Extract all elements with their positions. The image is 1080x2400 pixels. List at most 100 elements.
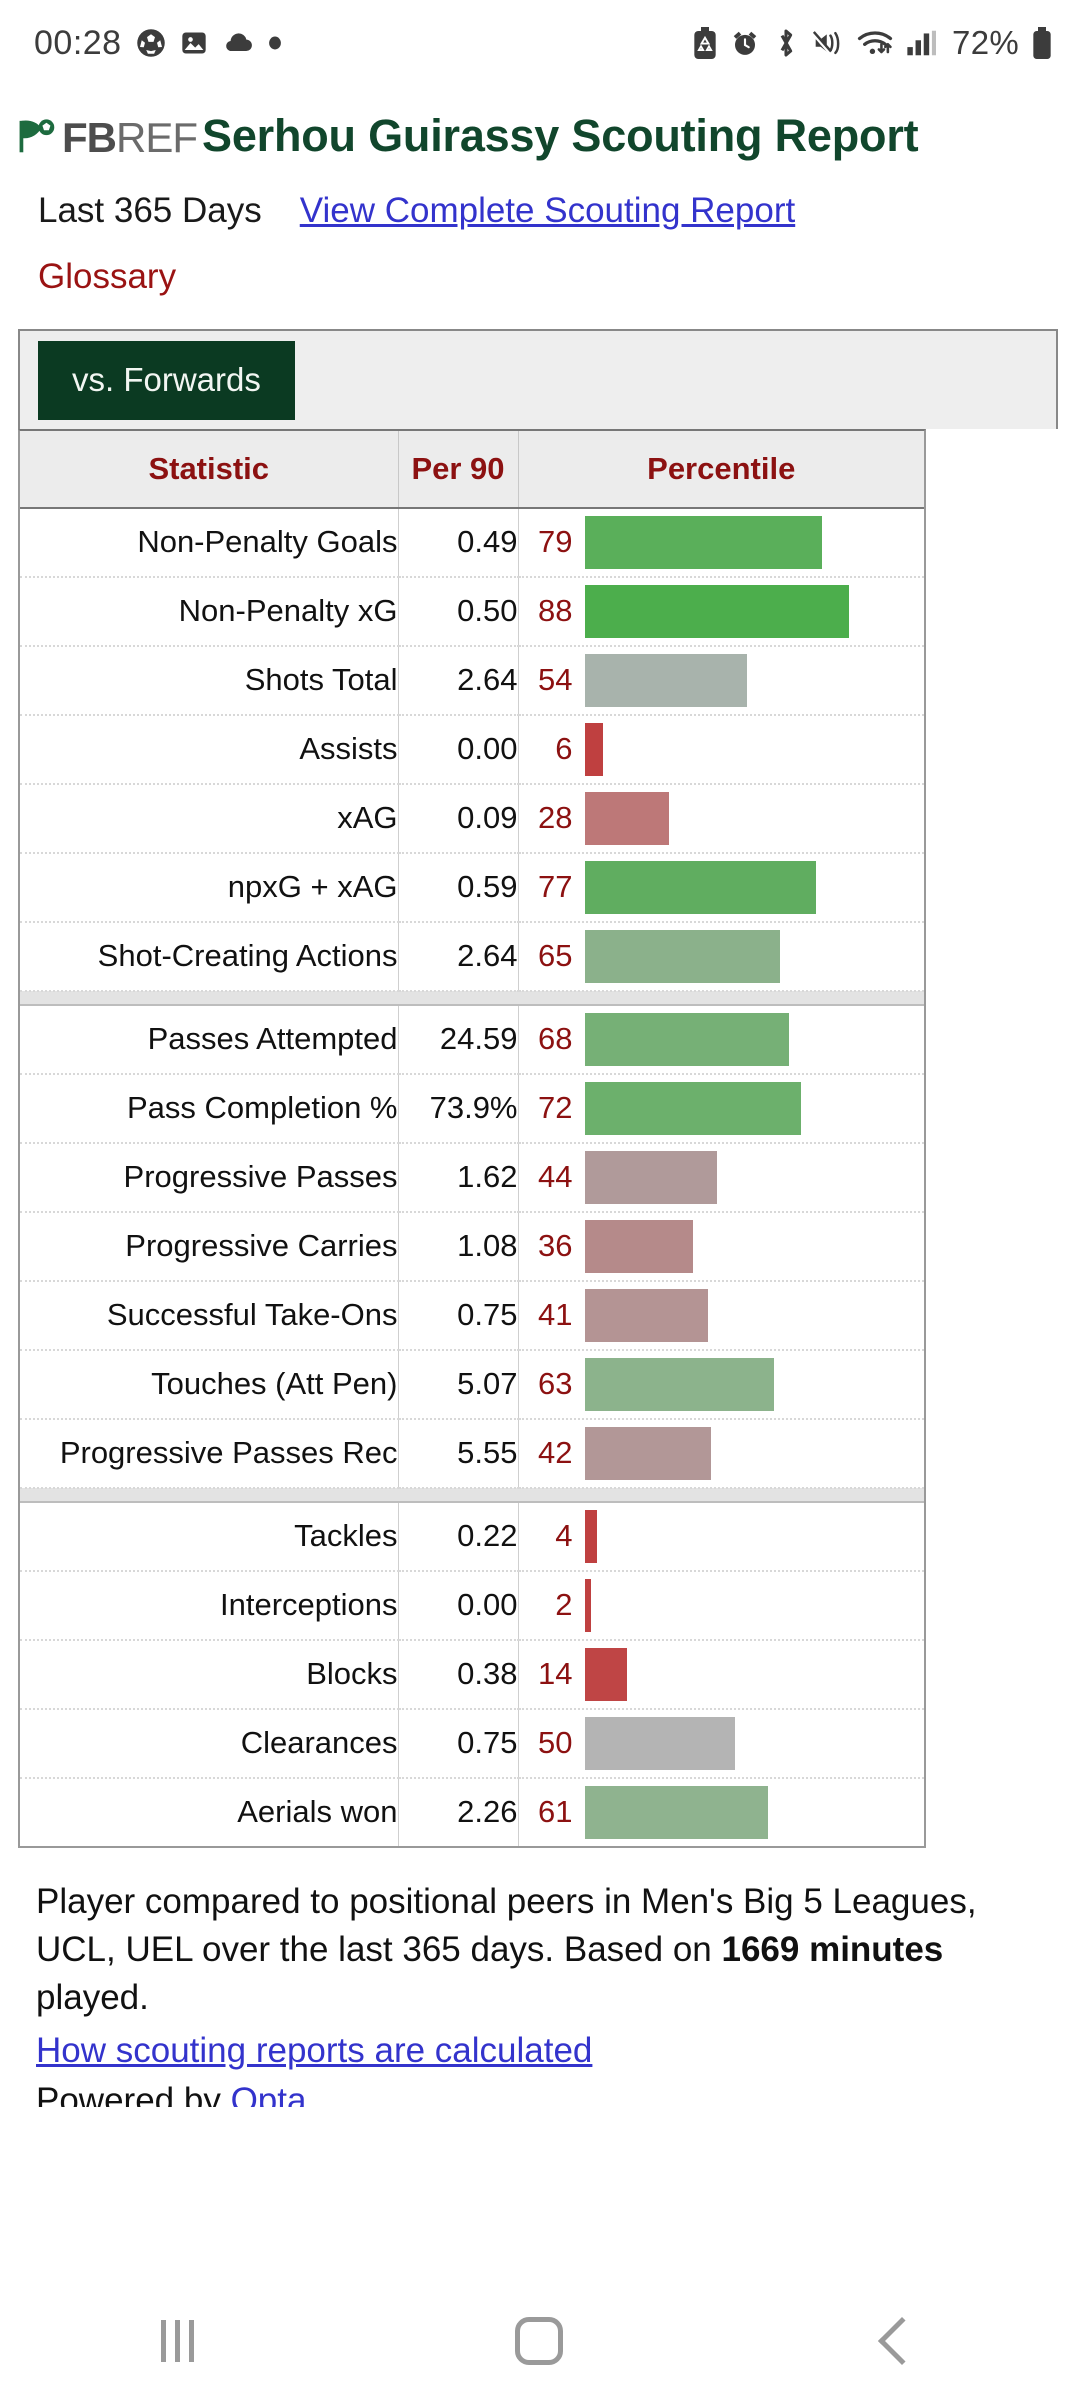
- cell-statistic: Interceptions: [20, 1570, 399, 1641]
- android-nav-bar: [0, 2282, 1080, 2400]
- cell-statistic: Progressive Passes: [20, 1142, 399, 1213]
- cellular-signal-icon: [906, 29, 937, 57]
- cell-statistic: Progressive Passes Rec: [20, 1418, 399, 1489]
- percentile-cell-content: 77: [519, 854, 925, 921]
- percentile-value: 4: [555, 1518, 573, 1554]
- wifi-icon: [857, 28, 893, 58]
- percentile-value: 14: [538, 1656, 573, 1692]
- percentile-bar-track: [584, 1075, 925, 1142]
- percentile-bar-track: [584, 1282, 925, 1349]
- cell-percentile: 68: [518, 1004, 925, 1075]
- cell-statistic: Tackles: [20, 1501, 399, 1572]
- percentile-value: 63: [538, 1366, 573, 1402]
- column-header-percentile[interactable]: Percentile: [518, 430, 924, 509]
- cell-percentile: 28: [518, 783, 925, 854]
- cell-per90: 1.62: [398, 1142, 519, 1213]
- cell-percentile: 61: [518, 1778, 924, 1846]
- tab-strip: vs. Forwards: [20, 331, 1056, 429]
- footnote: Player compared to positional peers in M…: [18, 1878, 1028, 2107]
- status-bar: 00:28 72%: [0, 0, 1080, 86]
- percentile-value: 54: [538, 662, 573, 698]
- percentile-bar-track: [584, 1144, 925, 1211]
- table-row: xAG 0.09 28: [20, 783, 925, 854]
- percentile-value: 36: [538, 1228, 573, 1264]
- table-row: Pass Completion % 73.9% 72: [20, 1073, 925, 1144]
- percentile-bar: [584, 860, 816, 914]
- percentile-bar-track: [584, 1420, 925, 1487]
- cell-statistic: Shot-Creating Actions: [20, 921, 399, 992]
- table-row: Shot-Creating Actions 2.64 65: [20, 921, 925, 992]
- cell-per90: 24.59: [398, 1004, 519, 1075]
- cell-per90: 73.9%: [398, 1073, 519, 1144]
- percentile-bar-track: [584, 716, 925, 783]
- percentile-value: 68: [538, 1021, 573, 1057]
- scouting-panel: vs. Forwards: [18, 328, 1058, 429]
- cell-statistic: Passes Attempted: [20, 1004, 399, 1075]
- percentile-cell-content: 36: [519, 1213, 925, 1280]
- percentile-cell-content: 2: [519, 1572, 925, 1639]
- percentile-value: 61: [538, 1794, 573, 1830]
- cell-statistic: Non-Penalty xG: [20, 576, 399, 647]
- percentile-bar-track: [584, 854, 925, 921]
- cell-per90: 0.50: [398, 576, 519, 647]
- scouting-table: Statistic Per 90 Percentile Non-Penalty …: [20, 430, 925, 1846]
- percentile-bar: [584, 1785, 768, 1839]
- percentile-bar: [584, 722, 603, 776]
- cell-per90: 0.09: [398, 783, 519, 854]
- column-header-statistic[interactable]: Statistic: [20, 430, 399, 509]
- cell-statistic: Touches (Att Pen): [20, 1349, 399, 1420]
- percentile-bar-track: [584, 785, 925, 852]
- percentile-bar: [584, 1012, 789, 1066]
- battery-icon: [1032, 27, 1052, 59]
- percentile-cell-content: 44: [519, 1144, 925, 1211]
- percentile-cell-content: 6: [519, 716, 925, 783]
- table-row: Passes Attempted 24.59 68: [20, 1004, 925, 1075]
- percentile-value: 65: [538, 938, 573, 974]
- tab-vs-forwards[interactable]: vs. Forwards: [38, 340, 295, 420]
- how-calculated-link[interactable]: How scouting reports are calculated: [36, 2027, 1028, 2075]
- percentile-bar-track: [584, 509, 925, 576]
- table-row: Progressive Carries 1.08 36: [20, 1211, 925, 1282]
- fbref-logo[interactable]: FB REF: [18, 112, 198, 165]
- cell-per90: 5.07: [398, 1349, 519, 1420]
- cell-per90: 0.00: [398, 714, 519, 785]
- percentile-bar-track: [584, 1710, 925, 1777]
- percentile-cell-content: 4: [519, 1503, 925, 1570]
- table-body: Non-Penalty Goals 0.49 79 Non-Penalty xG 0.5…: [20, 507, 925, 1846]
- cell-statistic: Blocks: [20, 1639, 399, 1710]
- percentile-value: 88: [538, 593, 573, 629]
- cell-statistic: npxG + xAG: [20, 852, 399, 923]
- recents-button[interactable]: [160, 2320, 194, 2362]
- percentile-value: 42: [538, 1435, 573, 1471]
- cell-statistic: Successful Take-Ons: [20, 1280, 399, 1351]
- table-group-separator: [20, 989, 924, 1006]
- percentile-value: 72: [538, 1090, 573, 1126]
- footnote-part2: played.: [36, 1978, 149, 2018]
- cell-per90: 0.75: [398, 1708, 519, 1779]
- opta-link[interactable]: Opta: [231, 2081, 307, 2107]
- percentile-bar-track: [584, 1572, 925, 1639]
- table-row: Non-Penalty xG 0.50 88: [20, 576, 924, 647]
- page-content: FB REF Serhou Guirassy Scouting Report La…: [0, 108, 1080, 2107]
- group-separator-cell: [20, 989, 924, 1006]
- percentile-value: 50: [538, 1725, 573, 1761]
- percentile-cell-content: 65: [519, 923, 925, 990]
- alarm-icon: [730, 28, 760, 58]
- powered-by-prefix: Powered by: [36, 2080, 231, 2107]
- back-button[interactable]: [878, 2316, 927, 2366]
- column-header-per90[interactable]: Per 90: [398, 430, 519, 509]
- cell-percentile: 72: [518, 1073, 925, 1144]
- home-button[interactable]: [515, 2317, 564, 2365]
- view-complete-report-link[interactable]: View Complete Scouting Report: [300, 191, 795, 231]
- glossary-link[interactable]: Glossary: [38, 257, 176, 296]
- cell-percentile: 88: [518, 576, 924, 647]
- table-head: Statistic Per 90 Percentile: [20, 430, 924, 509]
- period-label: Last 365 Days: [38, 190, 262, 230]
- percentile-value: 6: [555, 731, 573, 767]
- dot-icon: [268, 36, 282, 50]
- cell-percentile: 6: [518, 714, 925, 785]
- cell-percentile: 42: [518, 1418, 925, 1489]
- status-bar-left: 00:28: [34, 24, 282, 63]
- percentile-cell-content: 68: [519, 1006, 925, 1073]
- meta-row: Last 365 Days View Complete Scouting Rep…: [18, 191, 1062, 231]
